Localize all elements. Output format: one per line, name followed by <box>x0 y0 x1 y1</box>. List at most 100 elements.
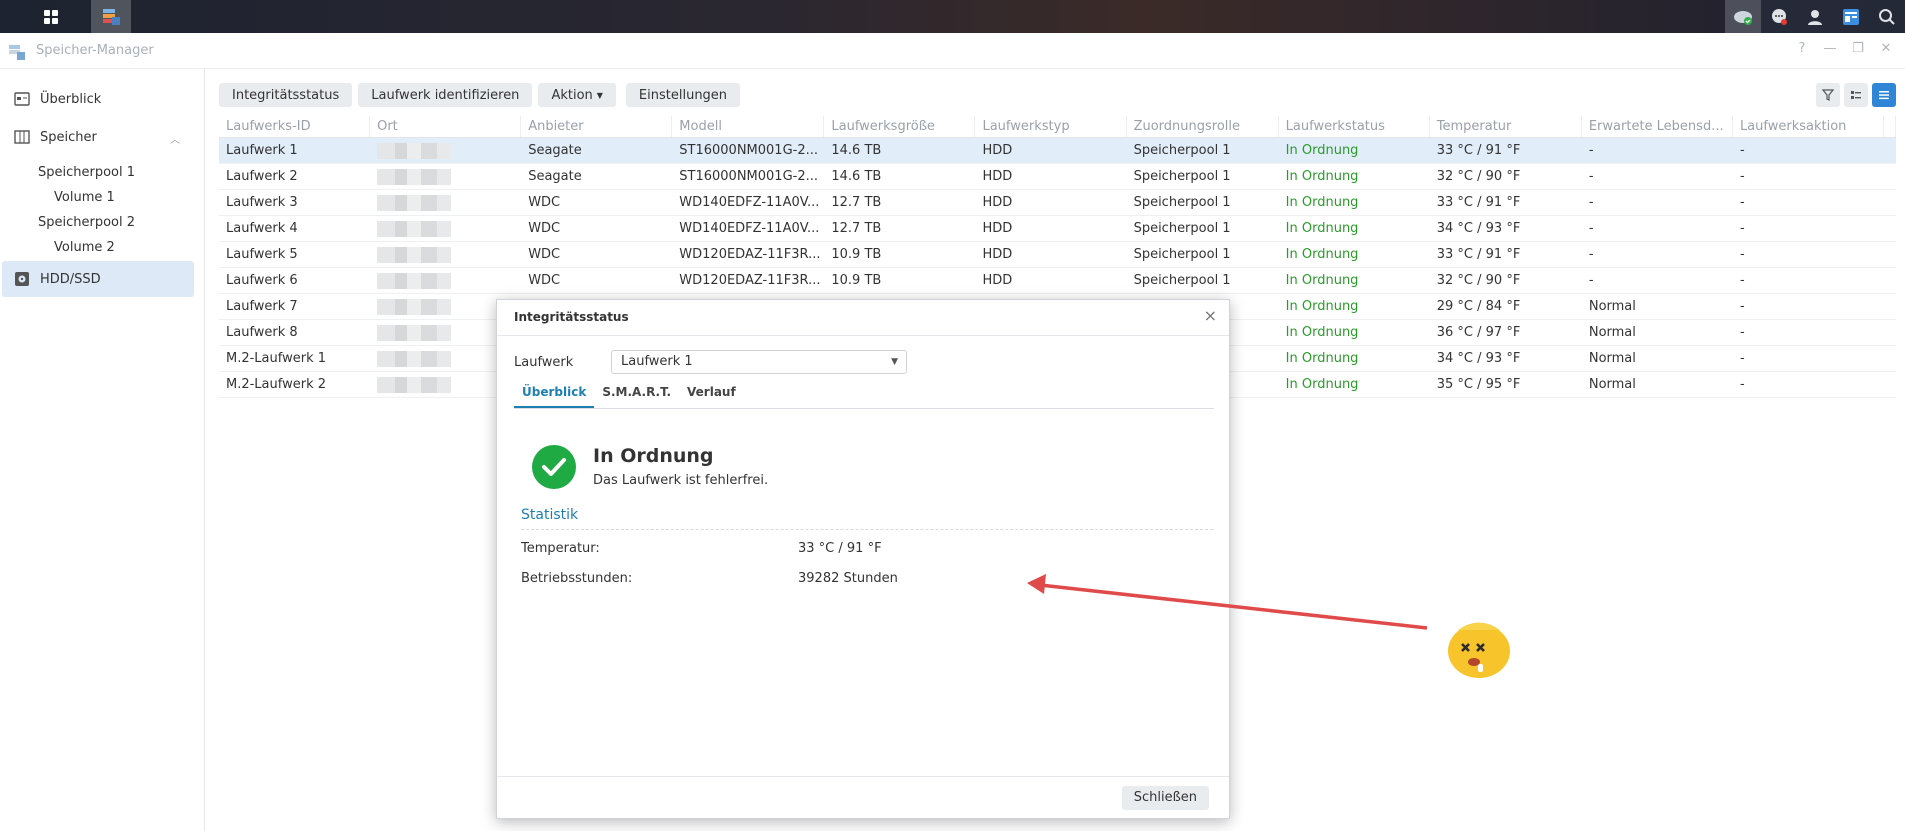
sidebar-item-label: HDD/SSD <box>40 271 101 287</box>
integrity-status-dialog: Integritätsstatus × Laufwerk Laufwerk 1 … <box>496 299 1230 819</box>
table-cell: Laufwerk 5 <box>226 247 298 262</box>
sidebar-item-volume1[interactable]: Volume 1 <box>54 190 115 205</box>
column-header[interactable]: Zuordnungsrolle <box>1127 116 1279 137</box>
redacted-block <box>377 298 452 315</box>
tab-history[interactable]: Verlauf <box>679 384 744 408</box>
table-cell: M.2-Laufwerk 1 <box>226 351 327 366</box>
table-row[interactable]: Laufwerk 6 WDC WD120EDAZ-11F3R... 10.9 TB HD… <box>219 268 1896 294</box>
table-cell: - <box>1739 195 1745 210</box>
cloud-sync-icon[interactable] <box>1725 0 1761 33</box>
tab-smart[interactable]: S.M.A.R.T. <box>594 384 679 408</box>
table-cell: - <box>1739 143 1745 158</box>
column-header[interactable]: Laufwerksaktion <box>1733 116 1885 137</box>
table-cell: 14.6 TB <box>831 169 882 184</box>
table-cell: 12.7 TB <box>831 221 882 236</box>
restore-icon[interactable]: ❐ <box>1849 41 1867 56</box>
table-row[interactable]: Laufwerk 4 WDC WD140EDFZ-11A0V... 12.7 TB HD… <box>219 216 1896 242</box>
drive-select-value: Laufwerk 1 <box>621 354 693 369</box>
column-menu-icon[interactable]: ⋮ <box>1884 116 1896 137</box>
redacted-block <box>377 324 452 341</box>
row-spacer <box>1884 242 1896 267</box>
column-header[interactable]: Laufwerksgröße <box>824 116 976 137</box>
column-header[interactable]: Modell <box>672 116 825 137</box>
table-cell: HDD <box>982 195 1013 210</box>
table-view-icon <box>1879 91 1889 100</box>
column-header[interactable]: Erwartete Lebensd... <box>1582 116 1733 137</box>
temperature-label: Temperatur: <box>521 541 600 556</box>
help-icon[interactable]: ? <box>1793 41 1811 56</box>
table-cell: - <box>1588 195 1594 210</box>
sidebar-item-pool2[interactable]: Speicherpool 2 <box>38 215 135 230</box>
table-cell: 29 °C / 84 °F <box>1436 299 1521 314</box>
drive-select[interactable]: Laufwerk 1 ▼ <box>611 350 907 374</box>
table-row[interactable]: Laufwerk 5 WDC WD120EDAZ-11F3R... 10.9 TB HD… <box>219 242 1896 268</box>
widgets-icon[interactable] <box>1833 0 1869 33</box>
minimize-icon[interactable]: — <box>1821 41 1839 56</box>
location-cell-redacted <box>370 164 521 189</box>
action-dropdown-button[interactable]: Aktion ▼ <box>538 83 616 107</box>
table-cell: In Ordnung <box>1285 377 1359 392</box>
table-cell: Seagate <box>528 169 582 184</box>
toolbar: Integritätsstatus Laufwerk identifiziere… <box>219 83 741 107</box>
dialog-title: Integritätsstatus <box>514 310 629 324</box>
sidebar-item-overview[interactable]: Überblick <box>2 81 194 117</box>
column-header[interactable]: Laufwerks-ID <box>219 116 371 137</box>
sidebar-item-storage[interactable]: Speicher ︿ <box>2 119 194 155</box>
divider <box>497 776 1229 777</box>
table-cell: 10.9 TB <box>831 247 882 262</box>
sidebar-item-volume2[interactable]: Volume 2 <box>54 240 115 255</box>
table-cell: Speicherpool 1 <box>1133 143 1231 158</box>
main-menu-button[interactable] <box>31 0 71 33</box>
close-icon[interactable]: ✕ <box>1877 41 1895 56</box>
table-cell: Speicherpool 1 <box>1133 273 1231 288</box>
table-view-button[interactable] <box>1872 83 1896 107</box>
row-spacer <box>1884 346 1896 371</box>
table-cell: WD140EDFZ-11A0V... <box>679 221 820 236</box>
column-header[interactable]: Ort <box>370 116 522 137</box>
table-cell: Laufwerk 8 <box>226 325 298 340</box>
redacted-block <box>377 220 452 237</box>
window-titlebar[interactable]: Speicher-Manager ? — ❐ ✕ <box>0 33 1905 69</box>
table-cell: In Ordnung <box>1285 247 1359 262</box>
status-title: In Ordnung <box>593 445 714 467</box>
column-header[interactable]: Laufwerkstyp <box>975 116 1127 137</box>
chat-icon[interactable] <box>1761 0 1797 33</box>
overview-icon <box>14 92 30 106</box>
table-cell: - <box>1588 273 1594 288</box>
location-cell-redacted <box>370 242 521 267</box>
table-cell: WD140EDFZ-11A0V... <box>679 195 820 210</box>
sidebar-item-label: Speicher <box>40 129 97 145</box>
storage-manager-taskbar-button[interactable] <box>91 0 131 33</box>
integrity-status-button[interactable]: Integritätsstatus <box>219 83 353 107</box>
check-circle-icon <box>532 445 576 489</box>
identify-drive-button[interactable]: Laufwerk identifizieren <box>358 83 533 107</box>
list-view-button[interactable] <box>1844 83 1868 107</box>
redacted-block <box>377 272 452 289</box>
table-cell: ST16000NM001G-2... <box>679 143 819 158</box>
sidebar-item-hdd-ssd[interactable]: HDD/SSD <box>2 261 194 297</box>
table-row[interactable]: Laufwerk 1 Seagate ST16000NM001G-2... 14.6 … <box>219 138 1896 164</box>
filter-button[interactable] <box>1816 83 1840 107</box>
table-cell: 34 °C / 93 °F <box>1436 351 1521 366</box>
table-cell: 33 °C / 91 °F <box>1436 143 1521 158</box>
window-title: Speicher-Manager <box>36 43 154 58</box>
table-cell: - <box>1739 273 1745 288</box>
close-button[interactable]: Schließen <box>1121 786 1209 810</box>
column-header[interactable]: Temperatur <box>1430 116 1582 137</box>
redacted-block <box>377 376 452 393</box>
table-row[interactable]: Laufwerk 3 WDC WD140EDFZ-11A0V... 12.7 TB HD… <box>219 190 1896 216</box>
table-row[interactable]: Laufwerk 2 Seagate ST16000NM001G-2... 14.6 … <box>219 164 1896 190</box>
dialog-close-icon[interactable]: × <box>1204 306 1217 325</box>
sidebar-item-pool1[interactable]: Speicherpool 1 <box>38 165 135 180</box>
table-cell: 35 °C / 95 °F <box>1436 377 1521 392</box>
settings-button[interactable]: Einstellungen <box>625 83 741 107</box>
search-icon[interactable] <box>1869 0 1905 33</box>
user-icon[interactable] <box>1797 0 1833 33</box>
column-header[interactable]: Laufwerkstatus <box>1279 116 1430 137</box>
column-header[interactable]: Anbieter <box>521 116 673 137</box>
chevron-up-icon[interactable]: ︿ <box>170 131 180 146</box>
table-cell: HDD <box>982 221 1013 236</box>
table-cell: In Ordnung <box>1285 299 1359 314</box>
table-cell: 14.6 TB <box>831 143 882 158</box>
tab-overview[interactable]: Überblick <box>514 384 595 408</box>
